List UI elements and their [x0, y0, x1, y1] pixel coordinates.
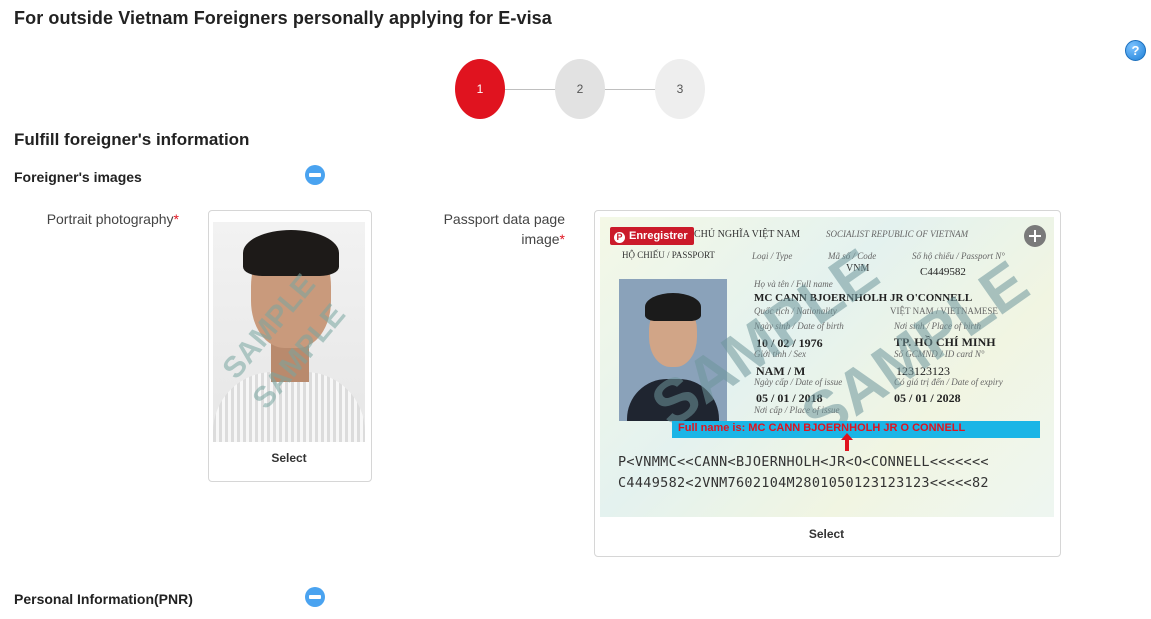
arrow-up-icon	[841, 433, 853, 451]
minus-circle-icon[interactable]	[305, 165, 325, 185]
step-3[interactable]: 3	[655, 59, 705, 119]
step-2[interactable]: 2	[555, 59, 605, 119]
passport-type-label: Loại / Type	[752, 251, 793, 261]
pinterest-icon: P	[614, 232, 625, 243]
foreigner-images-title: Foreigner's images	[14, 169, 142, 185]
portrait-select-button[interactable]: Select	[208, 451, 370, 465]
help-icon[interactable]: ?	[1125, 40, 1146, 61]
save-badge-label: Enregistrer	[629, 230, 688, 242]
section-title: Fulfill foreigner's information	[14, 130, 250, 149]
pnr-title: Personal Information(PNR)	[14, 591, 193, 607]
passport-doc-type: HỘ CHIẾU / PASSPORT	[622, 250, 715, 260]
expand-icon[interactable]	[1024, 225, 1046, 247]
passport-label-line2: image	[521, 231, 560, 247]
portrait-hair	[243, 230, 339, 276]
required-mark: *	[173, 211, 179, 227]
passport-select-button[interactable]: Select	[594, 527, 1059, 541]
passport-photo-hair	[645, 293, 701, 321]
step-connector	[605, 89, 655, 90]
portrait-label-text: Portrait photography	[46, 211, 174, 227]
mrz-line-1: P<VNMMC<<CANN<BJOERNHOLH<JR<O<CONNELL<<<…	[618, 454, 989, 470]
passport-image: Ã HỘI CHỦ NGHĨA VIỆT NAM SOCIALIST REPUB…	[600, 217, 1054, 517]
passport-label-line1: Passport data page	[443, 211, 565, 227]
portrait-photo: SAMPLE SAMPLE	[213, 222, 365, 442]
fullname-note: Full name is: MC CANN BJOERNHOLH JR O CO…	[678, 422, 966, 434]
passport-label: Passport data page image*	[400, 209, 565, 249]
page-title: For outside Vietnam Foreigners personall…	[14, 8, 552, 28]
minus-circle-icon[interactable]	[305, 587, 325, 607]
mrz-line-2: C4449582<2VNM7602104M2801050123123123<<<…	[618, 475, 989, 491]
step-1[interactable]: 1	[455, 59, 505, 119]
fullname-note-bar: Full name is: MC CANN BJOERNHOLH JR O CO…	[672, 421, 1040, 438]
step-connector	[505, 89, 555, 90]
portrait-label: Portrait photography*	[20, 209, 179, 229]
required-mark: *	[559, 231, 565, 247]
save-to-pinterest-button[interactable]: P Enregistrer	[610, 227, 694, 245]
